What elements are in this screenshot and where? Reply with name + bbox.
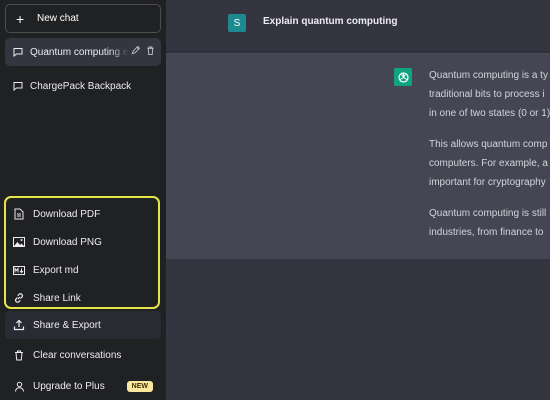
edit-icon[interactable]	[131, 45, 141, 58]
user-avatar: S	[228, 14, 246, 32]
plus-icon: +	[16, 10, 25, 27]
user-icon	[13, 380, 25, 392]
text-line: computers. For example, a	[429, 158, 548, 169]
clear-conversations-button[interactable]: Clear conversations	[5, 341, 161, 369]
new-badge: NEW	[126, 380, 153, 392]
download-pdf-label: Download PDF	[33, 208, 101, 220]
conversation-empty-area	[166, 259, 550, 400]
user-message: Explain quantum computing	[263, 16, 398, 27]
upgrade-to-plus-button[interactable]: Upgrade to Plus NEW	[5, 372, 161, 400]
sidebar: + New chat Quantum computing ex ChargePa…	[0, 0, 166, 400]
new-chat-label: New chat	[37, 13, 79, 24]
chat-item-quantum[interactable]: Quantum computing ex	[5, 38, 161, 66]
image-icon	[13, 236, 25, 248]
trash-icon	[13, 349, 25, 361]
assistant-message: Quantum computing is a ty traditional bi…	[429, 66, 550, 254]
text-line: industries, from finance to	[429, 227, 544, 238]
chat-item-chargepack[interactable]: ChargePack Backpack	[5, 72, 161, 100]
export-md-label: Export md	[33, 264, 79, 276]
chat-item-label: ChargePack Backpack	[30, 80, 132, 92]
export-md-item[interactable]: Export md	[13, 262, 79, 278]
share-export-label: Share & Export	[33, 319, 101, 331]
assistant-message-row: Quantum computing is a ty traditional bi…	[166, 53, 550, 259]
upload-icon	[13, 319, 25, 331]
openai-logo-icon	[394, 68, 412, 86]
assistant-paragraph: Quantum computing is a ty traditional bi…	[429, 66, 550, 123]
trash-icon[interactable]	[146, 46, 155, 58]
share-export-button[interactable]: Share & Export	[5, 311, 161, 339]
assistant-paragraph: Quantum computing is still industries, f…	[429, 204, 550, 242]
text-line: important for cryptography	[429, 177, 546, 188]
upgrade-label: Upgrade to Plus	[33, 380, 105, 392]
download-png-item[interactable]: Download PNG	[13, 234, 102, 250]
text-line: in one of two states (0 or 1),	[429, 108, 550, 119]
download-pdf-item[interactable]: Download PDF	[13, 206, 100, 222]
markdown-icon	[13, 264, 25, 276]
clear-conversations-label: Clear conversations	[33, 349, 122, 361]
text-line: This allows quantum comp	[429, 139, 548, 150]
export-menu: Download PDF Download PNG Export md Shar…	[4, 196, 160, 309]
share-link-label: Share Link	[33, 292, 81, 304]
text-line: traditional bits to process i	[429, 89, 545, 100]
download-png-label: Download PNG	[33, 236, 102, 248]
text-line: Quantum computing is still	[429, 208, 547, 219]
text-line: Quantum computing is a ty	[429, 70, 548, 81]
chat-item-label: Quantum computing ex	[30, 46, 129, 58]
assistant-paragraph: This allows quantum comp computers. For …	[429, 135, 550, 192]
share-link-item[interactable]: Share Link	[13, 290, 81, 306]
chat-bubble-icon	[13, 47, 23, 57]
chat-bubble-icon	[13, 81, 23, 91]
link-icon	[13, 292, 25, 304]
file-icon	[13, 208, 25, 220]
new-chat-button[interactable]: + New chat	[5, 4, 161, 33]
